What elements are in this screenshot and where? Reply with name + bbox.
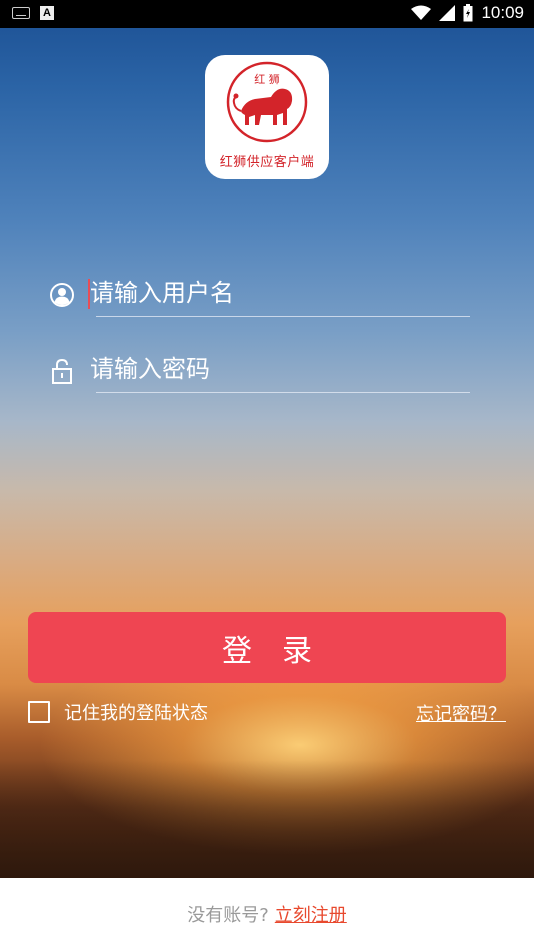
logo-caption: 红狮供应客户端: [219, 155, 315, 170]
wifi-icon: [411, 5, 432, 20]
password-underline: [96, 392, 470, 393]
remember-checkbox[interactable]: [28, 701, 50, 723]
keyboard-icon: [12, 7, 30, 19]
username-field[interactable]: [48, 273, 470, 317]
status-time: 10:09: [481, 3, 524, 22]
login-button[interactable]: 登录: [28, 612, 506, 683]
register-footer: 没有账号? 立刻注册: [0, 878, 534, 950]
password-input[interactable]: [90, 349, 470, 389]
logo-top-text: 红 狮: [254, 73, 280, 86]
status-bar: A 10:09: [0, 0, 534, 28]
remember-label: 记住我的登陆状态: [64, 703, 208, 724]
lock-icon: [52, 358, 72, 384]
status-bar-right: 10:09: [411, 3, 524, 23]
battery-icon: [463, 4, 473, 22]
background-shade: [0, 760, 534, 878]
text-cursor: [88, 279, 90, 309]
app-logo: 红 狮 红狮供应客户端: [205, 55, 329, 179]
password-field[interactable]: [48, 349, 470, 393]
no-account-text: 没有账号?: [187, 905, 269, 926]
signal-icon: [439, 5, 456, 21]
a-notification-icon: A: [40, 6, 54, 20]
status-bar-left: A: [12, 6, 54, 20]
username-underline: [96, 316, 470, 317]
remember-me[interactable]: 记住我的登陆状态: [28, 699, 208, 725]
user-icon: [50, 283, 74, 307]
username-input[interactable]: [90, 273, 470, 313]
register-link[interactable]: 立刻注册: [275, 901, 347, 927]
forgot-password-link[interactable]: 忘记密码？: [416, 700, 506, 726]
